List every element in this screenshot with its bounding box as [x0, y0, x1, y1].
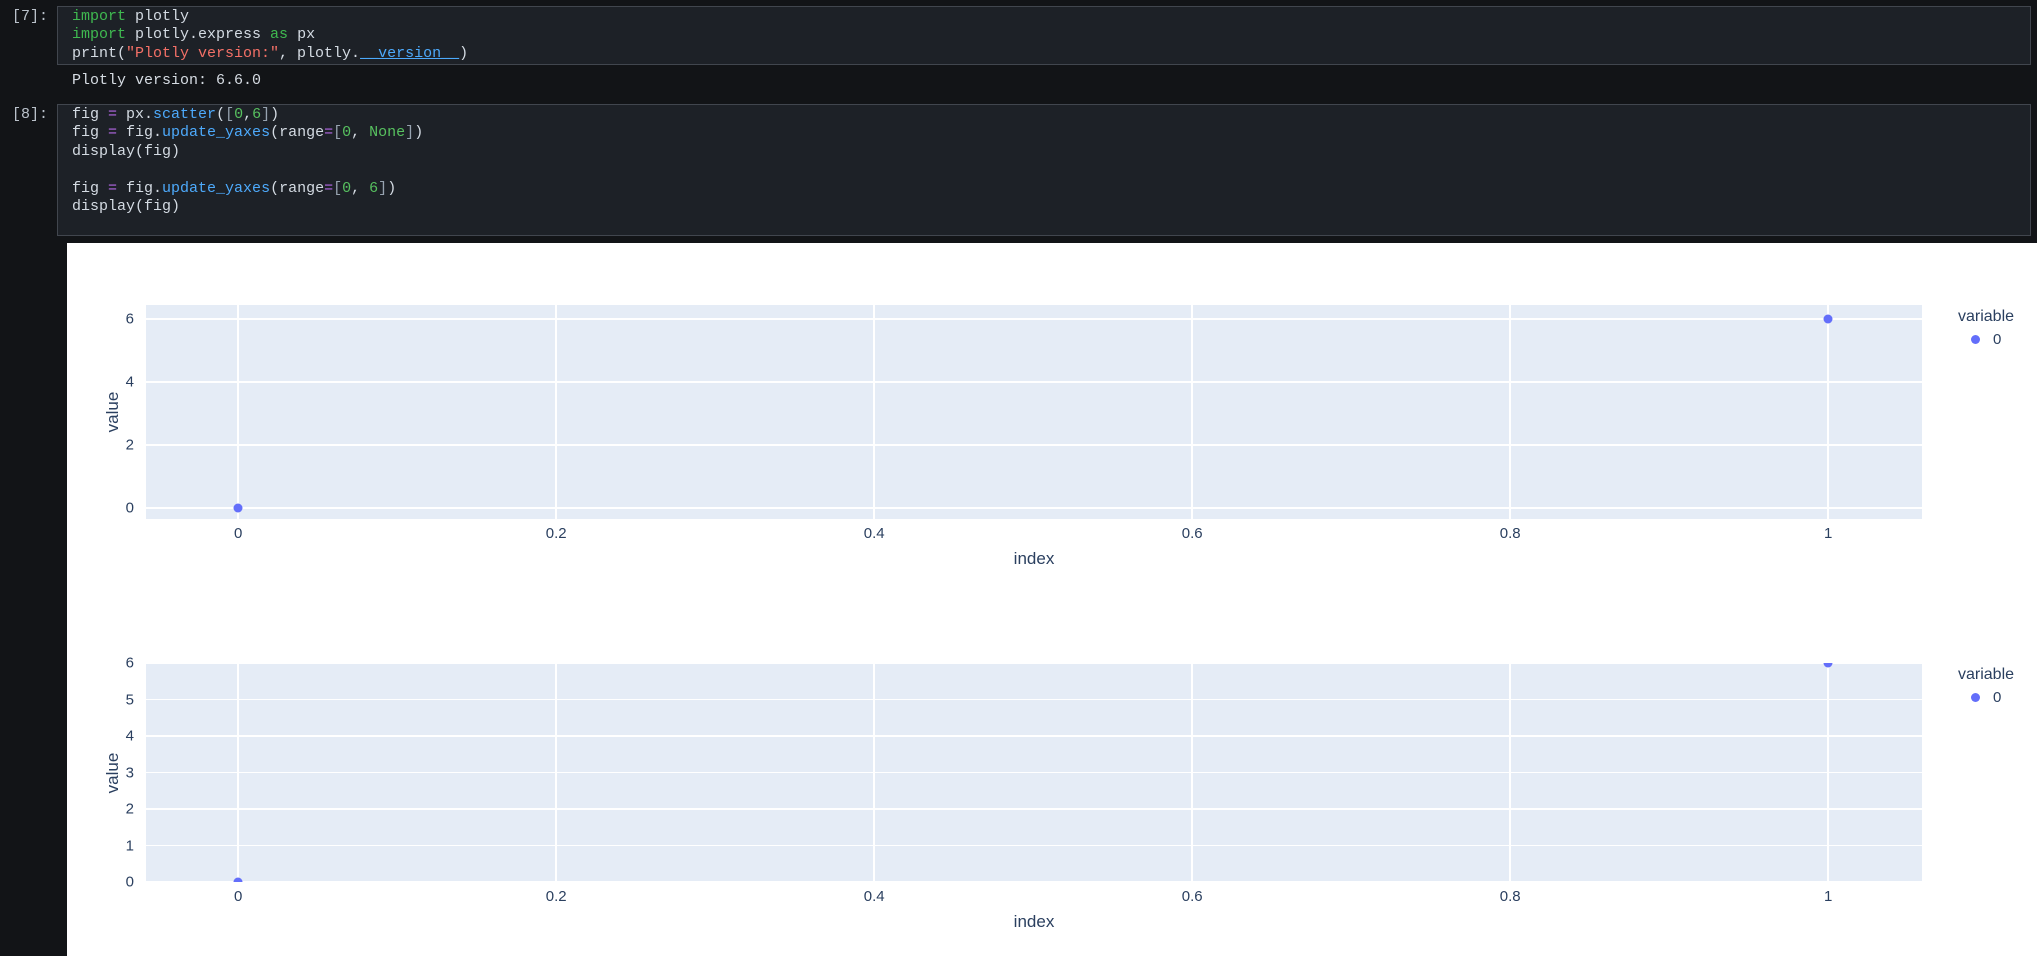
code-token: ]: [261, 106, 271, 123]
code-token: display(fig): [72, 197, 181, 215]
y-tick-label: 4: [125, 727, 134, 745]
code-token: 0: [234, 106, 244, 123]
code-token: import: [72, 26, 127, 44]
x-tick-label: 0: [234, 888, 243, 905]
scatter-point[interactable]: [1823, 663, 1833, 668]
x-tick-label: 1: [1824, 888, 1833, 905]
code-token: None: [369, 124, 406, 142]
code-line: display(fig): [72, 198, 2016, 216]
y-zeroline: [146, 880, 1922, 882]
legend-item[interactable]: 0: [1952, 687, 2014, 707]
y-gridline: [146, 698, 1922, 701]
legend-marker-icon: [1971, 692, 1980, 702]
code-token: px.: [117, 106, 154, 123]
y-tick-label: 1: [125, 837, 134, 854]
x-axis-title: index: [1013, 912, 1055, 931]
x-tick-label: 0.2: [545, 888, 567, 905]
code-token: 0: [342, 179, 352, 197]
code-token: as: [270, 26, 289, 44]
code-token: fig.: [117, 124, 163, 142]
code-token: import: [72, 8, 127, 25]
legend-item-label: 0: [1993, 688, 2002, 706]
x-tick-label: 0.4: [863, 888, 885, 905]
legend: variable 0: [1952, 665, 2014, 707]
code-token: [: [225, 106, 235, 123]
code-token: px: [288, 26, 316, 44]
code-token: ]: [378, 179, 388, 197]
code-token: =: [108, 106, 118, 123]
code-token: ): [414, 124, 424, 142]
code-token: =: [108, 179, 118, 197]
code-token: ,: [351, 179, 370, 197]
cell-8-output-area: 0 2 4 6 0 0.2 0.4 0.6 0.8 1 index value variable 0 0 1 2…: [67, 243, 2037, 956]
y-axis-title: value: [103, 752, 122, 793]
code-token: 0: [342, 124, 352, 142]
y-tick-label: 3: [125, 764, 134, 781]
code-token: ,: [243, 106, 253, 123]
code-token: fig: [72, 124, 109, 142]
code-line: fig = fig.update_yaxes(range=[0, 6]): [72, 180, 2016, 198]
code-line: fig = fig.update_yaxes(range=[0, None]): [72, 124, 2016, 142]
legend-title: variable: [1958, 666, 2015, 683]
code-token: =: [324, 179, 334, 197]
code-token: update_yaxes: [162, 124, 271, 142]
y-tick-label: 6: [125, 654, 134, 672]
code-token: =: [324, 124, 334, 142]
code-token: ,: [351, 124, 370, 142]
code-token: plotly: [126, 8, 190, 25]
cell-7-output-text: Plotly version: 6.6.0: [72, 72, 262, 89]
code-token: 6: [369, 179, 379, 197]
y-tick-label: 2: [125, 800, 134, 818]
plotly-figure-2: 0 1 2 3 4 5 6 0 0.2 0.4 0.6 0.8 1 index value variable 0: [67, 243, 2037, 956]
code-editor-cell-7[interactable]: import plotly import plotly.express as px…: [57, 6, 2031, 66]
y-gridline: [146, 735, 1922, 737]
code-token: print(: [72, 44, 127, 62]
execution-count-7: [7]:: [11, 8, 48, 25]
scatter-point[interactable]: [233, 877, 243, 882]
x-tick-label: 0.8: [1499, 888, 1521, 905]
code-line: fig = px.scatter([0,6]): [72, 106, 2016, 124]
code-line: display(fig): [72, 143, 2016, 161]
code-editor-cell-8[interactable]: fig = px.scatter([0,6]) fig = fig.update_…: [57, 104, 2031, 237]
code-token: update_yaxes: [162, 179, 271, 197]
code-token: display(fig): [72, 142, 181, 160]
y-tick-label: 5: [125, 691, 134, 708]
execution-count-8: [8]:: [11, 106, 48, 123]
code-token: __version__: [360, 44, 460, 62]
code-token: [: [333, 124, 343, 142]
y-gridline: [146, 771, 1922, 774]
code-token: ): [459, 44, 469, 62]
plot-area[interactable]: [146, 663, 1922, 882]
code-token: (range: [270, 124, 325, 142]
code-line: import plotly.express as px: [72, 26, 2016, 44]
code-token: fig.: [117, 179, 163, 197]
code-token: (range: [270, 179, 325, 197]
x-tick-label: 0.6: [1181, 888, 1203, 905]
code-token: "Plotly version:": [126, 44, 280, 62]
notebook-page: [7]: import plotly import plotly.express …: [0, 0, 2037, 956]
y-gridline: [146, 844, 1922, 847]
code-token: fig: [72, 179, 109, 197]
code-line: print("Plotly version:", plotly.__versio…: [72, 45, 2016, 63]
y-gridline: [146, 808, 1922, 810]
code-line: import plotly: [72, 8, 2016, 26]
code-token: fig: [72, 106, 109, 123]
code-token: (: [216, 106, 226, 123]
code-token: ): [387, 179, 397, 197]
code-token: ]: [405, 124, 415, 142]
y-gridline: [146, 663, 1922, 664]
code-token: =: [108, 124, 118, 142]
code-token: ): [270, 106, 280, 123]
code-token: , plotly.: [279, 44, 361, 62]
code-token: [: [333, 179, 343, 197]
code-token: 6: [252, 106, 262, 123]
y-tick-label: 0: [125, 873, 134, 891]
code-token: scatter: [153, 106, 217, 123]
code-token: plotly.express: [126, 26, 271, 44]
